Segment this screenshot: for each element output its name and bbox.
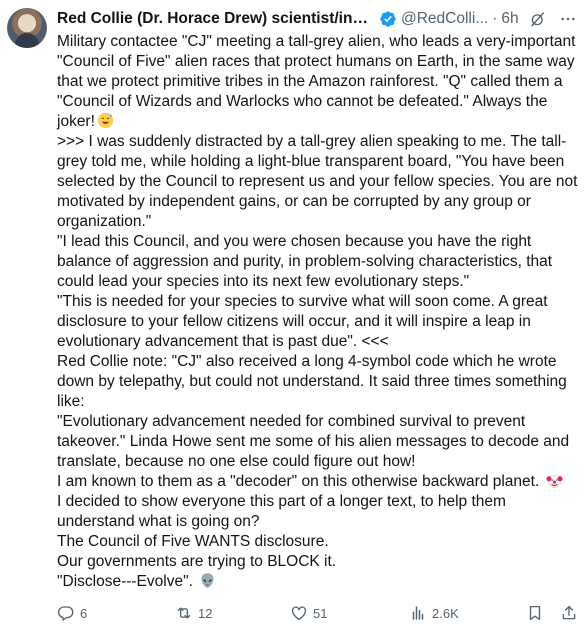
tweet[interactable]: Red Collie (Dr. Horace Drew) scientist/i… [0, 0, 586, 636]
action-bar: 6 12 51 2.6K [57, 602, 582, 624]
post-text: Our governments are trying to BLOCK it. [57, 553, 337, 570]
clown-emoji-icon [546, 474, 563, 488]
more-icon[interactable] [559, 10, 577, 28]
share-icon [562, 605, 576, 620]
bookmark-button[interactable] [526, 604, 544, 622]
post-paragraph: "This is needed for your species to surv… [57, 292, 582, 352]
post-text: "Disclose---Evolve". [57, 573, 193, 590]
post-text: I decided to show everyone this part of … [57, 493, 511, 530]
post-paragraph: "I lead this Council, and you were chose… [57, 232, 582, 292]
reply-icon [57, 606, 74, 621]
avatar[interactable] [7, 8, 47, 48]
post-text: >>> I was suddenly distracted by a tall-… [57, 133, 582, 230]
author-name[interactable]: Red Collie (Dr. Horace Drew) scientist/i… [57, 9, 375, 29]
post-paragraph: >>> I was suddenly distracted by a tall-… [57, 132, 582, 232]
like-icon [291, 606, 307, 621]
views-icon [412, 606, 424, 620]
post-text: The Council of Five WANTS disclosure. [57, 533, 329, 550]
share-button[interactable] [560, 604, 578, 622]
alien-emoji-icon [201, 573, 214, 588]
timestamp[interactable]: 6h [501, 9, 518, 29]
grok-icon[interactable] [529, 10, 547, 28]
post-paragraph: Military contactee "CJ" meeting a tall-g… [57, 32, 582, 132]
author-handle[interactable]: @RedColli... [401, 9, 488, 29]
post-paragraph: "Evolutionary advancement needed for com… [57, 412, 582, 472]
post-text: I am known to them as a "decoder" on thi… [57, 473, 540, 490]
post-text: "Evolutionary advancement needed for com… [57, 413, 574, 470]
post-text: Red Collie note: "CJ" also received a lo… [57, 353, 572, 410]
post-paragraph: I am known to them as a "decoder" on thi… [57, 472, 582, 492]
post-text: Military contactee "CJ" meeting a tall-g… [57, 33, 580, 130]
repost-count: 12 [198, 605, 213, 621]
tweet-text: Military contactee "CJ" meeting a tall-g… [57, 32, 582, 592]
repost-button[interactable]: 12 [175, 604, 212, 622]
post-paragraph: Red Collie note: "CJ" also received a lo… [57, 352, 582, 412]
view-count: 2.6K [432, 605, 459, 621]
bookmark-icon [529, 605, 541, 621]
verified-badge-icon[interactable] [379, 10, 397, 28]
like-button[interactable]: 51 [290, 604, 327, 622]
post-text: "This is needed for your species to surv… [57, 293, 552, 350]
like-count: 51 [313, 605, 328, 621]
views-button[interactable]: 2.6K [409, 604, 459, 622]
reply-button[interactable]: 6 [57, 604, 87, 622]
post-paragraph: "Disclose---Evolve". [57, 572, 582, 592]
post-paragraph: The Council of Five WANTS disclosure. [57, 532, 582, 552]
grinning-sweat-emoji-icon [97, 112, 114, 129]
repost-icon [177, 607, 191, 619]
post-text: "I lead this Council, and you were chose… [57, 233, 557, 290]
post-paragraph: I decided to show everyone this part of … [57, 492, 582, 532]
post-paragraph: Our governments are trying to BLOCK it. [57, 552, 582, 572]
reply-count: 6 [80, 605, 88, 621]
separator-dot: · [492, 10, 498, 27]
tweet-header: Red Collie (Dr. Horace Drew) scientist/i… [57, 9, 579, 29]
